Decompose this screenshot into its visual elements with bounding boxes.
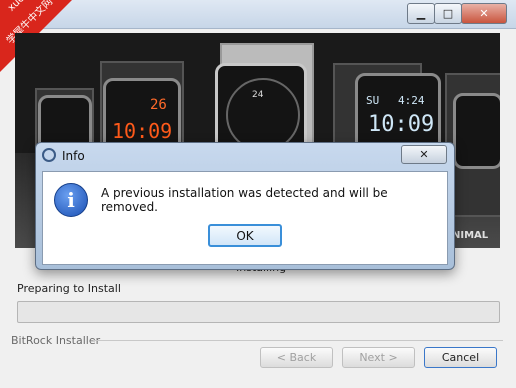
back-button[interactable]: < Back xyxy=(260,347,333,368)
maximize-button[interactable]: □ xyxy=(434,3,462,24)
dial-number: 24 xyxy=(252,90,264,100)
info-icon: i xyxy=(54,183,88,217)
progress-bar xyxy=(17,301,500,323)
ok-button[interactable]: OK xyxy=(208,224,282,247)
next-button[interactable]: Next > xyxy=(342,347,415,368)
task-label: Preparing to Install xyxy=(17,282,121,295)
watch-date: 26 xyxy=(150,97,167,113)
footer-divider xyxy=(93,340,503,341)
watch-day: SU xyxy=(366,94,380,107)
watch-small-time: 4:24 xyxy=(398,94,425,107)
title-bar: p ▁ □ ✕ xyxy=(0,0,516,29)
dialog-title: Info xyxy=(62,149,85,163)
info-dialog: Info ✕ i A previous installation was det… xyxy=(35,142,455,270)
dialog-close-button[interactable]: ✕ xyxy=(401,145,447,164)
close-button[interactable]: ✕ xyxy=(461,3,507,24)
footer-brand: BitRock Installer xyxy=(11,334,101,347)
watch-analog-right xyxy=(453,93,500,169)
dialog-message: A previous installation was detected and… xyxy=(101,186,388,214)
dialog-body: i A previous installation was detected a… xyxy=(42,171,448,265)
cancel-button[interactable]: Cancel xyxy=(424,347,497,368)
watch-time: 10:09 xyxy=(368,112,435,137)
app-icon xyxy=(42,148,56,162)
minimize-button[interactable]: ▁ xyxy=(407,3,435,24)
installer-window: p ▁ □ ✕ xuexiniu 学犀牛中文网 26 10:09 24 SU 4… xyxy=(0,0,516,388)
watch-time: 10:09 xyxy=(112,119,173,143)
banner-brand-text: NIMAL xyxy=(452,230,489,241)
